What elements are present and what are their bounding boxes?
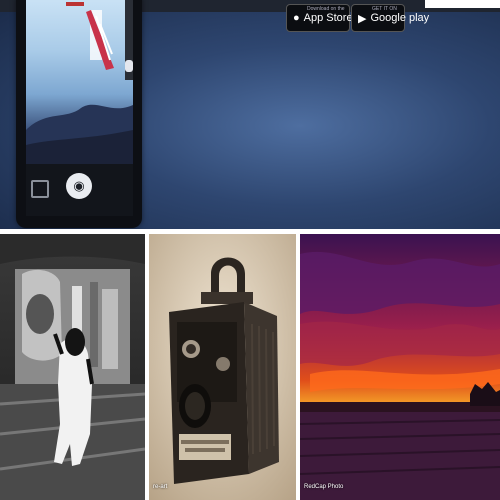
app-store-subtext: Download on the [307, 6, 345, 12]
vintage-camera-photo [149, 234, 296, 500]
photo-tile-sunset[interactable]: RedCap Photo [300, 234, 500, 500]
apple-icon: ● [293, 12, 300, 24]
street-art-photo [0, 234, 145, 500]
hero-banner: ◉ ● Download on the App Store ▶ GET IT O… [0, 0, 500, 229]
photo-credit: re-art [153, 484, 168, 490]
photo-tile-street-art[interactable] [0, 234, 145, 500]
google-play-label: Google play [370, 12, 430, 24]
google-play-button[interactable]: ▶ GET IT ON Google play [351, 4, 429, 32]
camera-shutter-button[interactable]: ◉ [66, 173, 92, 199]
google-play-subtext: GET IT ON [372, 6, 397, 12]
camera-icon: ◉ [73, 178, 85, 193]
phone-screen [26, 0, 133, 164]
photo-credit: RedCap Photo [304, 484, 344, 490]
zoom-slider-handle[interactable] [125, 60, 133, 72]
gallery-icon[interactable] [31, 180, 49, 198]
app-store-button[interactable]: ● Download on the App Store [286, 4, 353, 32]
play-icon: ▶ [358, 12, 367, 25]
top-right-panel [425, 0, 500, 8]
app-store-label: App Store [303, 12, 353, 24]
photo-tile-vintage-camera[interactable]: re-art [149, 234, 296, 500]
phone-mockup: ◉ [16, 0, 142, 228]
phone-screen-image [26, 2, 133, 164]
sunset-photo [300, 234, 500, 500]
